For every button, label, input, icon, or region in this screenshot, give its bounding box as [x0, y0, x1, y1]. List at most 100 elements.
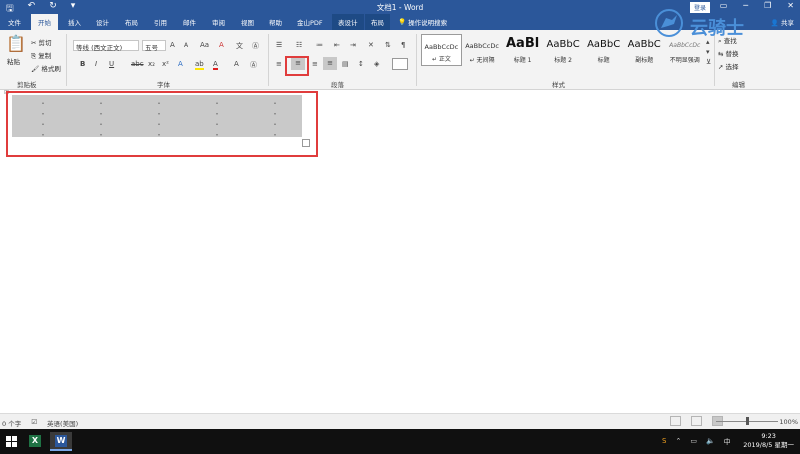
style-title[interactable]: AaBbC 标题 — [583, 34, 624, 66]
grow-font-icon[interactable]: A — [170, 41, 175, 49]
superscript-button[interactable]: x² — [162, 60, 169, 68]
search-label: 操作说明搜索 — [408, 19, 448, 27]
replace-icon: ⇆ — [718, 50, 724, 58]
tab-insert[interactable]: 插入 — [68, 17, 81, 27]
tab-references[interactable]: 引用 — [154, 17, 167, 27]
cut-label: 剪切 — [38, 39, 52, 47]
tab-layout[interactable]: 布局 — [125, 17, 138, 27]
subscript-button[interactable]: x₂ — [148, 60, 155, 68]
tab-view[interactable]: 视图 — [241, 17, 254, 27]
character-border-icon[interactable]: Ⓐ — [250, 60, 257, 70]
tab-file[interactable]: 文件 — [8, 17, 21, 27]
share-label: 共享 — [781, 19, 794, 27]
bold-button[interactable]: B — [80, 60, 85, 68]
tell-me-search[interactable]: 💡 操作说明搜索 — [398, 17, 447, 27]
status-left: 0 个字 ☑ 英语(美国) — [2, 418, 78, 428]
tab-review[interactable]: 审阅 — [212, 17, 225, 27]
knight-logo-icon — [655, 9, 683, 37]
system-clock[interactable]: 9:23 2019/8/5 星期一 — [743, 432, 794, 450]
taskbar-word[interactable]: W — [50, 432, 72, 451]
tab-mailings[interactable]: 邮件 — [183, 17, 196, 27]
phonetic-guide-icon[interactable]: 文 — [236, 41, 243, 51]
sogou-input-icon[interactable]: S — [662, 437, 666, 447]
format-painter-label: 格式刷 — [41, 65, 61, 73]
windows-start-icon[interactable] — [6, 436, 17, 447]
system-tray: S ⌃ ▭ 🔈 中 — [662, 437, 731, 447]
paste-label[interactable]: 粘贴 — [7, 56, 20, 66]
tab-design[interactable]: 设计 — [96, 17, 109, 27]
shading-icon[interactable]: ◈ — [374, 60, 379, 68]
styles-more-icon[interactable]: ⊻ — [706, 58, 711, 66]
character-shading-icon[interactable]: A — [234, 60, 239, 68]
numbering-icon[interactable]: ☷ — [296, 41, 302, 49]
paste-icon[interactable]: 📋 — [6, 34, 26, 53]
align-left-icon[interactable]: ≡ — [276, 60, 282, 68]
enclose-character-icon[interactable]: Ⓐ — [252, 41, 259, 51]
format-painter-button[interactable]: 🖌 格式刷 — [31, 63, 61, 73]
font-size-select[interactable]: 五号 — [142, 40, 166, 52]
bullets-icon[interactable]: ☰ — [276, 41, 282, 49]
highlight-rectangle — [285, 56, 309, 76]
tab-help[interactable]: 帮助 — [269, 17, 282, 27]
read-mode-icon[interactable] — [670, 416, 681, 426]
increase-indent-icon[interactable]: ⇥ — [350, 41, 356, 49]
print-layout-icon[interactable] — [691, 416, 702, 426]
table-cells[interactable] — [12, 95, 302, 137]
sort-icon[interactable]: ⇅ — [385, 41, 391, 49]
underline-button[interactable]: U — [109, 60, 114, 68]
clear-formatting-icon[interactable]: A — [219, 41, 224, 49]
text-effects-icon[interactable]: A — [178, 60, 183, 68]
style-normal[interactable]: AaBbCcDc ↵ 正文 — [421, 34, 462, 66]
style-sample: AaBbC — [587, 39, 621, 50]
proofing-icon[interactable]: ☑ — [31, 418, 37, 428]
style-heading-1[interactable]: AaBl 标题 1 — [502, 34, 543, 66]
tab-wps-pdf[interactable]: 金山PDF — [297, 17, 323, 27]
ime-icon[interactable]: 中 — [724, 437, 731, 447]
line-spacing-icon[interactable]: ↕ — [358, 60, 364, 68]
volume-icon[interactable]: 🔈 — [706, 437, 715, 447]
style-name: ↵ 正文 — [431, 56, 451, 63]
align-right-icon[interactable]: ≡ — [312, 60, 318, 68]
style-heading-2[interactable]: AaBbC 标题 2 — [543, 34, 584, 66]
show-hidden-icons[interactable]: ⌃ — [675, 437, 681, 447]
editing-group-label: 编辑 — [732, 81, 745, 89]
decrease-indent-icon[interactable]: ⇤ — [334, 41, 340, 49]
justify-icon[interactable]: ≡ — [323, 57, 337, 70]
styles-scroll-down-icon[interactable]: ▾ — [706, 48, 710, 56]
shrink-font-icon[interactable]: A — [184, 42, 188, 49]
highlight-color-icon[interactable]: ab — [195, 60, 204, 70]
language-indicator[interactable]: 英语(美国) — [47, 418, 78, 428]
italic-button[interactable]: I — [95, 60, 97, 68]
cut-button[interactable]: ✂ 剪切 — [31, 37, 52, 47]
document-canvas[interactable]: ⊞ — [0, 89, 800, 413]
clock-date: 2019/8/5 星期一 — [743, 441, 794, 449]
cursor-icon: ➚ — [718, 63, 724, 71]
tab-table-layout[interactable]: 布局 — [365, 14, 390, 30]
word-count[interactable]: 0 个字 — [2, 418, 21, 428]
zoom-level[interactable]: 100% — [779, 418, 798, 426]
replace-button[interactable]: ⇆ 替换 — [718, 48, 739, 58]
multilevel-list-icon[interactable]: ≔ — [316, 41, 323, 49]
network-icon[interactable]: ▭ — [690, 437, 697, 447]
show-marks-icon[interactable]: ¶ — [401, 41, 405, 49]
font-name-select[interactable]: 等线 (西文正文) — [73, 40, 139, 52]
strikethrough-button[interactable]: abc — [131, 60, 144, 68]
watermark-text: 云骑士 — [690, 18, 744, 39]
change-case-icon[interactable]: Aa — [200, 41, 209, 49]
close-button[interactable]: ✕ — [787, 1, 794, 10]
distributed-icon[interactable]: ▤ — [342, 60, 349, 68]
document-table[interactable] — [12, 95, 302, 137]
copy-button[interactable]: ⎘ 复制 — [31, 50, 51, 61]
font-color-icon[interactable]: A — [213, 60, 218, 70]
tab-home[interactable]: 开始 — [31, 14, 58, 30]
taskbar-excel[interactable]: X — [24, 432, 46, 451]
table-resize-handle[interactable] — [302, 139, 310, 147]
style-no-spacing[interactable]: AaBbCcDc ↵ 无间隔 — [462, 34, 503, 66]
tab-table-design[interactable]: 表设计 — [332, 14, 364, 30]
borders-icon[interactable] — [392, 58, 408, 70]
zoom-slider-knob[interactable] — [746, 417, 749, 425]
clipboard-group-label: 剪贴板 — [17, 81, 37, 89]
chinese-layout-icon[interactable]: ✕ — [368, 41, 374, 49]
select-button[interactable]: ➚ 选择 — [718, 61, 739, 71]
divider — [268, 34, 269, 86]
